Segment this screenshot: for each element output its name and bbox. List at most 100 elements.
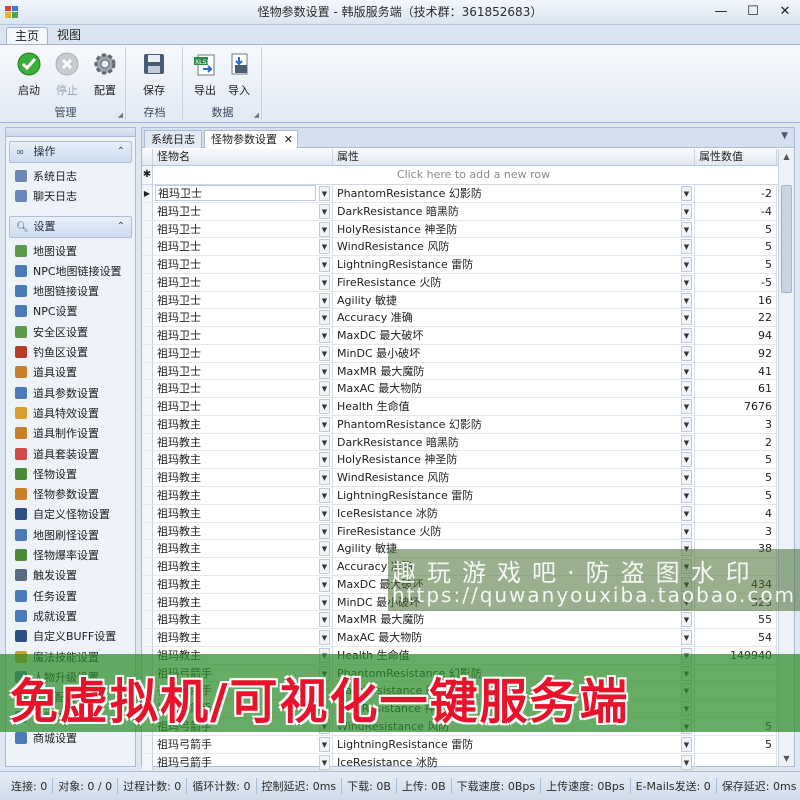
attribute-value[interactable]: 5 [695,451,777,469]
attribute-value[interactable]: 3 [695,522,777,540]
sidebar-item[interactable]: 安全区设置 [6,323,135,343]
attribute-value[interactable]: 5 [695,487,777,504]
attribute-value[interactable]: 22 [695,309,777,327]
attribute-value[interactable]: 54 [695,629,777,646]
monster-name-cell[interactable]: 祖玛教主 ▼ [153,469,333,487]
attribute-value[interactable]: 3 [695,415,777,433]
attribute-cell[interactable]: WindResistance 风防 ▼ [333,469,695,487]
tab-monster-params[interactable]: 怪物参数设置 ✕ [204,130,298,148]
chevron-up-icon[interactable]: ⌃ [117,142,125,162]
dropdown-arrow-icon[interactable]: ▼ [319,736,330,752]
row-indicator[interactable] [142,220,153,238]
sidebar-item[interactable]: 怪物参数设置 [6,485,135,505]
monster-name-cell[interactable]: 祖玛教主 ▼ [153,451,333,469]
start-button[interactable]: 启动 [12,51,46,98]
attribute-value[interactable]: -4 [695,202,777,220]
sidebar-item[interactable]: 地图链接设置 [6,282,135,302]
dropdown-arrow-icon[interactable]: ▼ [681,434,692,450]
monster-name-cell[interactable]: 祖玛教主 ▼ [153,487,333,504]
dropdown-arrow-icon[interactable]: ▼ [319,257,330,273]
attribute-cell[interactable]: DarkResistance 暗黑防 ▼ [333,433,695,451]
table-row[interactable]: 祖玛弓箭手 ▼ IceResistance 冰防 ▼ [142,753,794,772]
scroll-thumb[interactable] [781,185,792,293]
sidebar-splitter[interactable] [6,128,135,137]
monster-name-cell[interactable]: 祖玛卫士 ▼ [153,220,333,238]
monster-name-cell[interactable]: 祖玛教主 ▼ [153,433,333,451]
config-button[interactable]: 配置 [88,51,122,98]
monster-name-cell[interactable]: 祖玛卫士 ▼ [153,380,333,398]
sidebar-item[interactable]: 道具套装设置 [6,445,135,465]
row-indicator[interactable] [142,256,153,273]
dropdown-arrow-icon[interactable]: ▼ [319,203,330,219]
dropdown-arrow-icon[interactable]: ▼ [319,399,330,415]
dropdown-arrow-icon[interactable]: ▼ [681,523,692,539]
dropdown-arrow-icon[interactable]: ▼ [319,345,330,361]
column-header-monster[interactable]: 怪物名 [153,149,333,165]
row-indicator[interactable] [142,504,153,522]
attribute-cell[interactable]: LightningResistance 雷防 ▼ [333,256,695,273]
sidebar-item[interactable]: 系统日志 [6,167,135,187]
dropdown-arrow-icon[interactable]: ▼ [681,381,692,397]
monster-name-cell[interactable]: 祖玛教主 ▼ [153,593,333,611]
dropdown-arrow-icon[interactable]: ▼ [319,292,330,308]
dropdown-arrow-icon[interactable]: ▼ [681,186,692,201]
attribute-cell[interactable]: MaxAC 最大物防 ▼ [333,629,695,646]
table-row[interactable]: 祖玛卫士 ▼ MaxAC 最大物防 ▼ 61 [142,380,794,399]
export-button[interactable]: XLSX 导出 [188,51,222,98]
table-row[interactable]: 祖玛教主 ▼ PhantomResistance 幻影防 ▼ 3 [142,415,794,434]
attribute-value[interactable]: 41 [695,362,777,380]
dropdown-arrow-icon[interactable]: ▼ [681,274,692,290]
row-indicator[interactable] [142,309,153,327]
attribute-cell[interactable]: Agility 敏捷 ▼ [333,291,695,309]
table-row[interactable]: 祖玛教主 ▼ HolyResistance 神圣防 ▼ 5 [142,451,794,470]
new-row-text[interactable]: Click here to add a new row [153,166,794,184]
dropdown-arrow-icon[interactable]: ▼ [681,203,692,219]
row-indicator[interactable] [142,433,153,451]
dropdown-arrow-icon[interactable]: ▼ [319,754,330,770]
dropdown-arrow-icon[interactable]: ▼ [319,416,330,432]
row-indicator[interactable]: ▶ [142,185,153,202]
dropdown-arrow-icon[interactable]: ▼ [681,399,692,415]
dropdown-arrow-icon[interactable]: ▼ [319,363,330,379]
table-row[interactable]: 祖玛卫士 ▼ HolyResistance 神圣防 ▼ 5 [142,220,794,239]
row-indicator[interactable] [142,273,153,291]
row-indicator[interactable] [142,522,153,540]
row-indicator[interactable] [142,611,153,629]
dropdown-arrow-icon[interactable]: ▼ [681,452,692,468]
tab-system-log[interactable]: 系统日志 [144,130,202,148]
dropdown-arrow-icon[interactable]: ▼ [319,559,330,575]
table-row[interactable]: 祖玛教主 ▼ WindResistance 风防 ▼ 5 [142,469,794,488]
maximize-button[interactable]: ☐ [744,3,762,21]
sidebar-item[interactable]: 聊天日志 [6,187,135,207]
sidebar-item[interactable]: 怪物设置 [6,465,135,485]
attribute-value[interactable]: 55 [695,611,777,629]
sidebar-item[interactable]: 自定义BUFF设置 [6,627,135,647]
dropdown-arrow-icon[interactable]: ▼ [319,576,330,592]
sidebar-item[interactable]: 道具设置 [6,363,135,383]
close-tab-icon[interactable]: ✕ [284,131,293,148]
sidebar-item[interactable]: 钓鱼区设置 [6,343,135,363]
dropdown-arrow-icon[interactable]: ▼ [319,594,330,610]
sidebar-item[interactable]: 任务设置 [6,587,135,607]
row-indicator[interactable] [142,629,153,646]
monster-name-cell[interactable]: 祖玛卫士 ▼ [153,185,333,202]
dropdown-arrow-icon[interactable]: ▼ [681,630,692,646]
table-row[interactable]: 祖玛卫士 ▼ MaxDC 最大破坏 ▼ 94 [142,327,794,345]
monster-name-cell[interactable]: 祖玛教主 ▼ [153,558,333,575]
attribute-value[interactable]: 7676 [695,398,777,415]
dropdown-arrow-icon[interactable]: ▼ [319,239,330,255]
dropdown-arrow-icon[interactable]: ▼ [319,505,330,521]
table-row[interactable]: 祖玛卫士 ▼ WindResistance 风防 ▼ 5 [142,238,794,257]
dialog-launcher-icon[interactable]: ◢ [254,111,259,119]
dropdown-arrow-icon[interactable]: ▼ [319,328,330,344]
column-header-value[interactable]: 属性数值 [695,149,777,165]
attribute-cell[interactable]: FireResistance 火防 ▼ [333,273,695,291]
chevron-up-icon[interactable]: ⌃ [117,217,125,237]
attribute-cell[interactable]: IceResistance 冰防 ▼ [333,753,695,771]
column-header-attribute[interactable]: 属性 [333,149,695,165]
row-indicator[interactable] [142,380,153,398]
table-row[interactable]: 祖玛弓箭手 ▼ LightningResistance 雷防 ▼ 5 [142,735,794,754]
monster-name-cell[interactable]: 祖玛卫士 ▼ [153,202,333,220]
dropdown-arrow-icon[interactable]: ▼ [681,345,692,361]
monster-name-cell[interactable]: 祖玛卫士 ▼ [153,238,333,256]
